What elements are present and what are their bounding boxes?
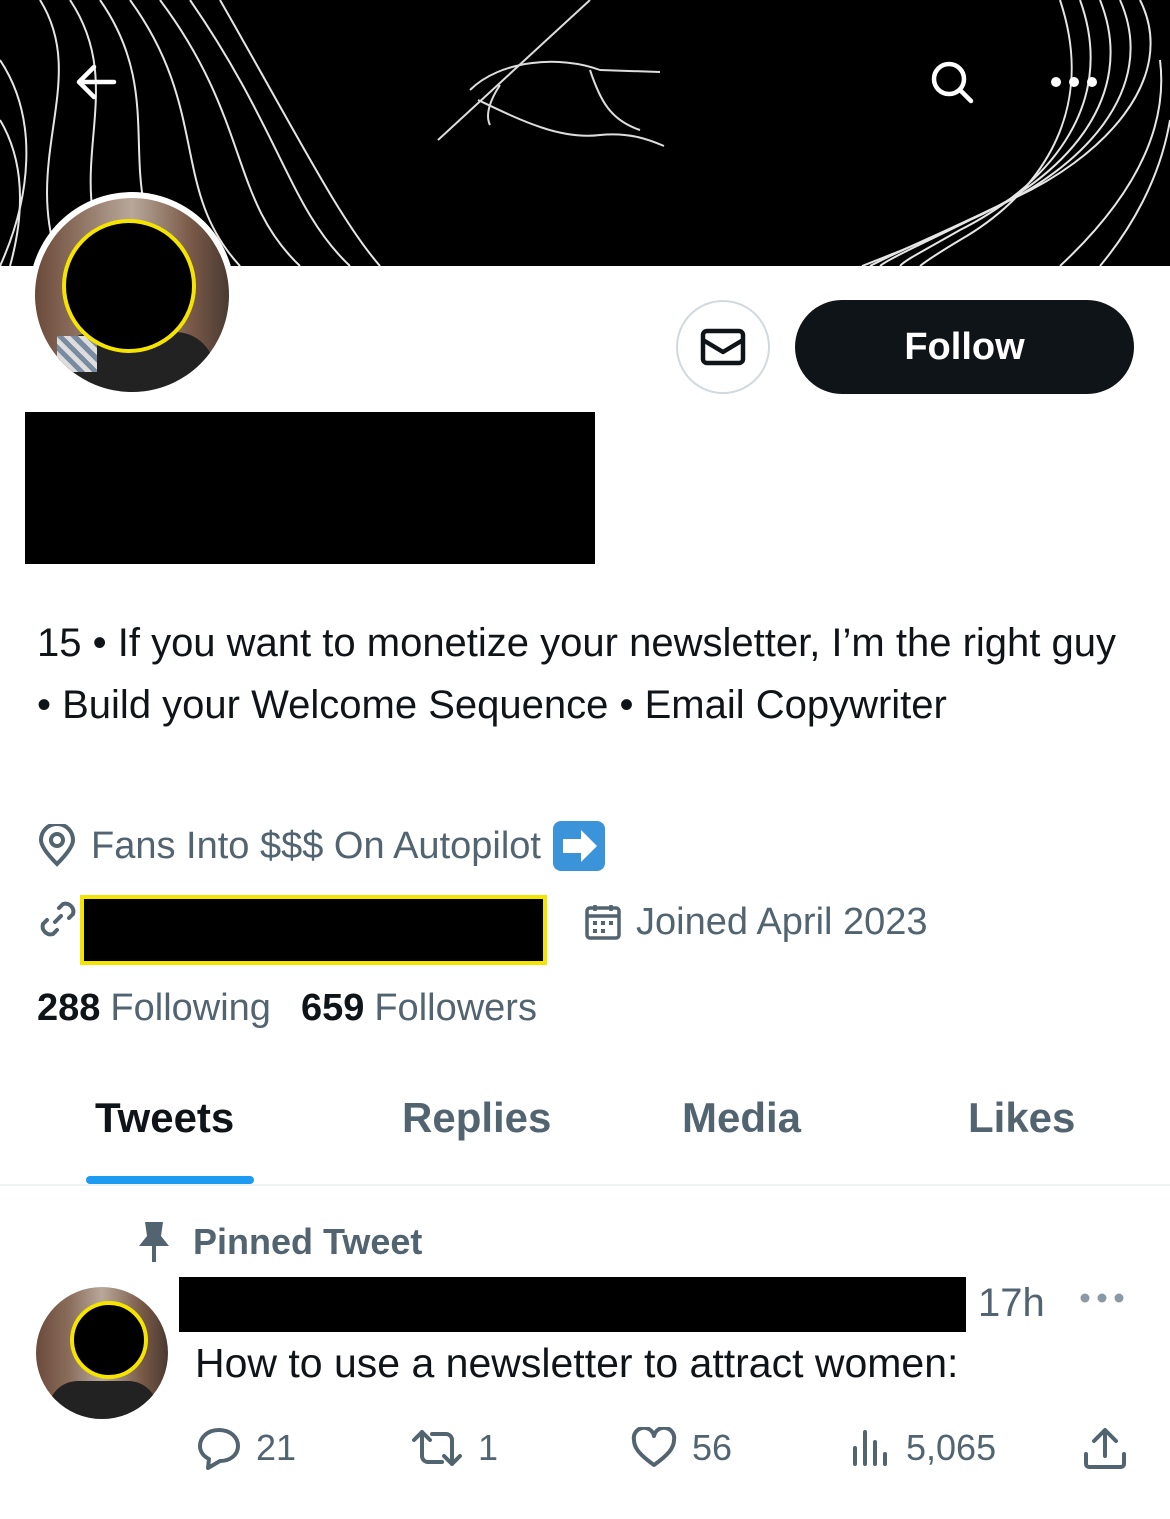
profile-bio: 15 • If you want to monetize your newsle… — [37, 621, 1116, 727]
like-button[interactable]: 56 — [630, 1420, 732, 1476]
calendar-icon — [585, 905, 621, 940]
more-horizontal-icon — [1051, 77, 1097, 87]
active-tab-indicator — [86, 1176, 254, 1184]
views-count: 5,065 — [906, 1427, 997, 1468]
views-button[interactable]: 5,065 — [850, 1420, 996, 1476]
right-arrow-icon — [552, 821, 605, 871]
following-label: Following — [110, 986, 271, 1029]
reply-button[interactable]: 21 — [196, 1420, 296, 1476]
tab-tweets[interactable]: Tweets — [95, 1094, 234, 1142]
pinned-tweet-header: Pinned Tweet — [137, 1220, 422, 1264]
redacted-face — [70, 1301, 148, 1379]
redacted-tweet-author[interactable] — [179, 1277, 966, 1332]
share-button[interactable] — [1082, 1420, 1142, 1476]
envelope-icon — [700, 328, 746, 366]
profile-avatar-container — [29, 192, 235, 398]
tab-media[interactable]: Media — [682, 1094, 801, 1142]
redacted-display-name — [25, 412, 595, 564]
followers-count: 659 — [300, 986, 365, 1029]
heart-icon — [631, 1427, 677, 1467]
follow-button[interactable]: Follow — [795, 300, 1134, 394]
profile-joined-date: Joined April 2023 — [584, 894, 928, 950]
follow-counts: 288 Following 659 Followers — [37, 980, 537, 1036]
followers-label: Followers — [374, 986, 537, 1029]
tab-likes[interactable]: Likes — [968, 1094, 1075, 1142]
reply-count: 21 — [256, 1427, 297, 1468]
share-upload-icon — [1084, 1428, 1126, 1469]
more-options-button[interactable] — [1042, 50, 1106, 114]
more-horizontal-icon — [1080, 1293, 1124, 1303]
message-button[interactable] — [676, 300, 770, 394]
joined-text: Joined April 2023 — [636, 900, 928, 943]
following-link[interactable]: 288 Following — [37, 987, 271, 1030]
tweet-more-button[interactable] — [1080, 1290, 1124, 1308]
retweet-icon — [412, 1430, 462, 1466]
avatar[interactable] — [35, 198, 229, 392]
tweet-text: How to use a newsletter to attract women… — [195, 1340, 959, 1386]
location-text: Fans Into $$$ On Autopilot — [91, 824, 541, 867]
link-icon — [37, 898, 79, 945]
search-icon — [931, 61, 974, 104]
retweet-button[interactable]: 1 — [410, 1420, 498, 1476]
following-count: 288 — [37, 986, 101, 1029]
reply-icon — [198, 1428, 240, 1470]
pin-icon — [139, 1222, 169, 1262]
search-button[interactable] — [920, 50, 984, 114]
tweet-time[interactable]: 17h — [978, 1281, 1045, 1326]
arrow-left-icon — [76, 64, 117, 100]
followers-link[interactable]: 659 Followers — [301, 987, 537, 1030]
profile-tabs: Tweets Replies Media Likes — [0, 1070, 1170, 1186]
back-button[interactable] — [64, 50, 128, 114]
retweet-count: 1 — [478, 1427, 499, 1468]
analytics-bars-icon — [853, 1430, 887, 1466]
like-count: 56 — [692, 1427, 733, 1468]
profile-location: Fans Into $$$ On Autopilot — [37, 818, 605, 874]
location-pin-icon — [38, 824, 76, 867]
pinned-label: Pinned Tweet — [193, 1221, 423, 1262]
tab-replies[interactable]: Replies — [402, 1094, 551, 1142]
redacted-face — [62, 219, 196, 353]
redacted-website-link[interactable] — [80, 895, 547, 965]
tweet-avatar[interactable] — [36, 1287, 168, 1419]
